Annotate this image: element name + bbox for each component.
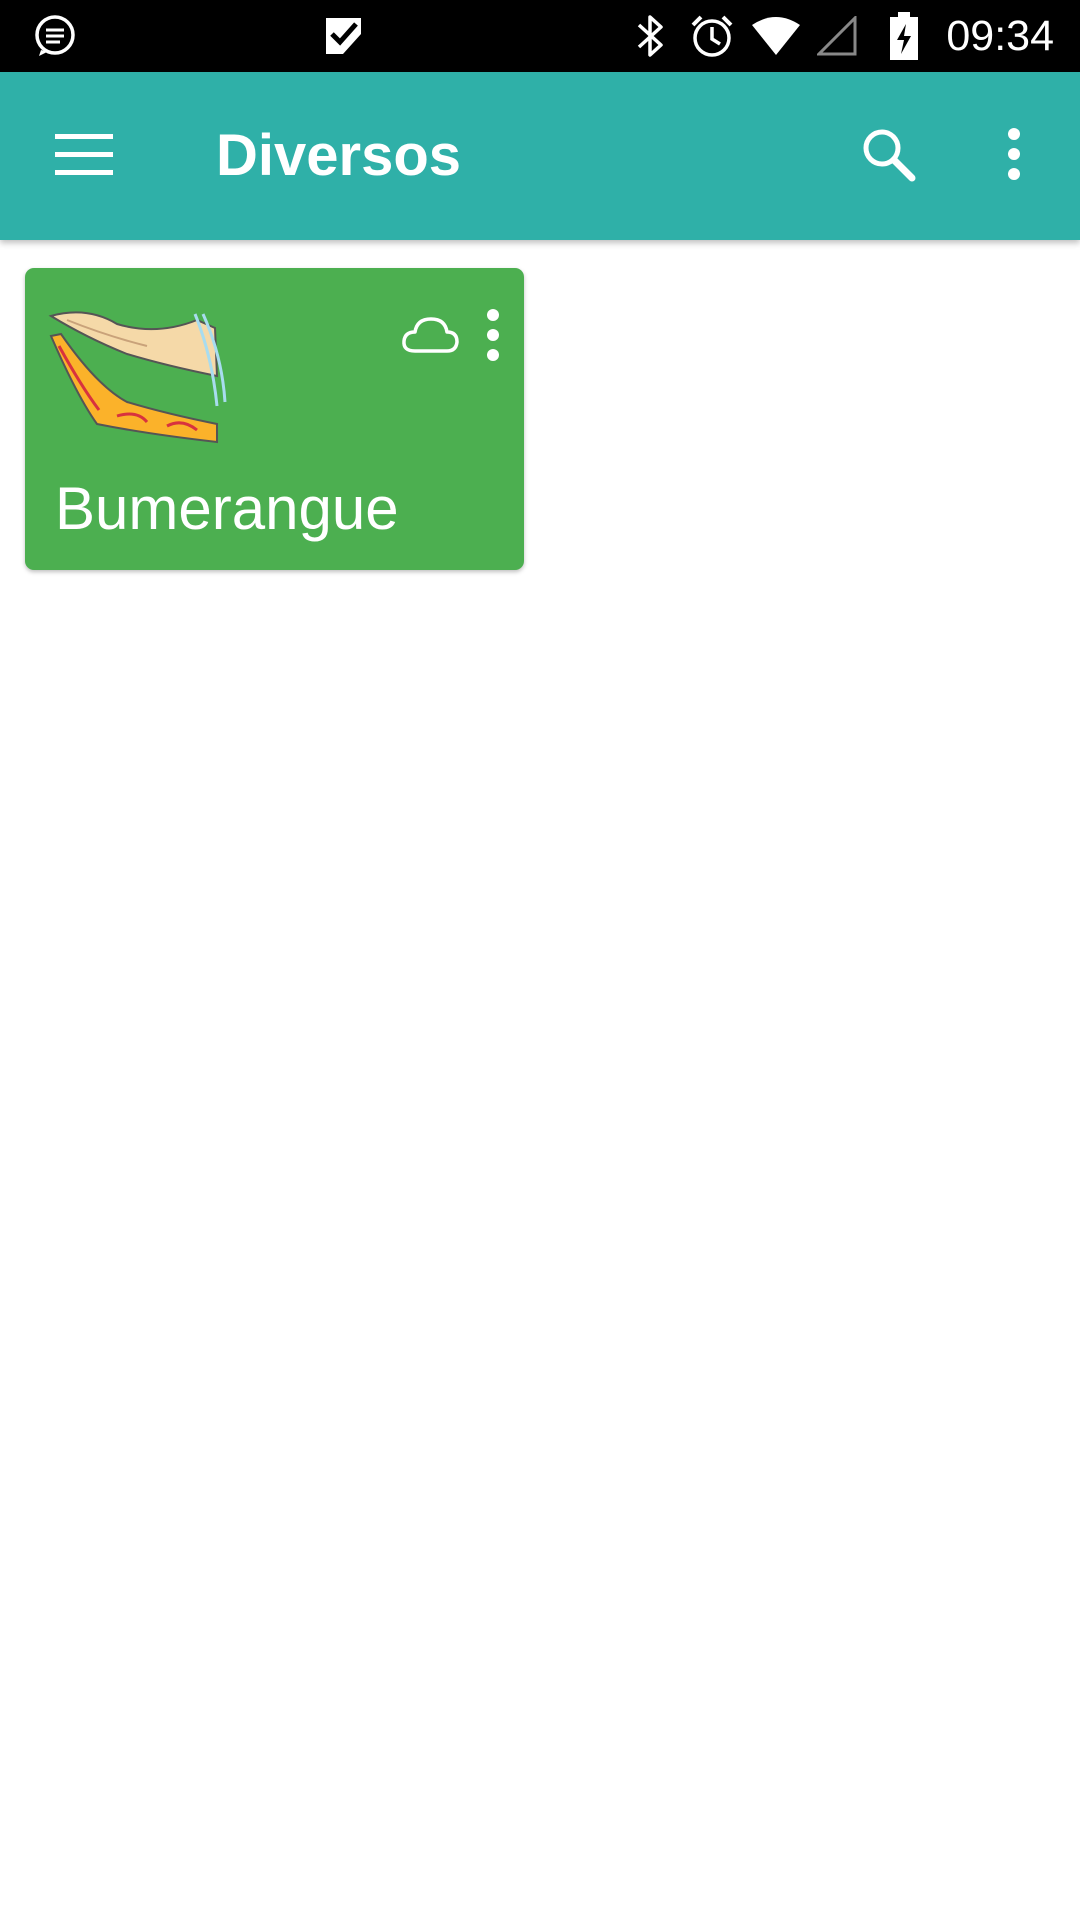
search-button[interactable] xyxy=(840,108,936,204)
more-vert-icon xyxy=(1006,127,1022,185)
menu-icon xyxy=(55,132,113,181)
boomerang-image xyxy=(47,306,247,446)
message-icon xyxy=(28,0,82,72)
menu-button[interactable] xyxy=(36,108,132,204)
card-title: Bumerangue xyxy=(55,475,399,542)
cloud-sync-button[interactable] xyxy=(395,292,465,382)
more-vert-icon xyxy=(486,308,500,366)
status-bar: 09:34 xyxy=(0,0,1080,72)
battery-charging-icon xyxy=(884,0,924,72)
app-bar: Diversos xyxy=(0,72,1080,240)
category-card[interactable]: Bumerangue xyxy=(25,268,524,570)
signal-icon xyxy=(814,0,860,72)
page-title: Diversos xyxy=(216,123,462,188)
card-overflow-button[interactable] xyxy=(473,292,513,382)
search-icon xyxy=(860,126,916,187)
alarm-icon xyxy=(686,0,738,72)
task-check-icon xyxy=(318,0,368,72)
clock: 09:34 xyxy=(946,12,1054,60)
bluetooth-icon xyxy=(630,0,670,72)
wifi-icon xyxy=(748,0,804,72)
cloud-icon xyxy=(401,315,459,360)
overflow-menu-button[interactable] xyxy=(966,108,1062,204)
